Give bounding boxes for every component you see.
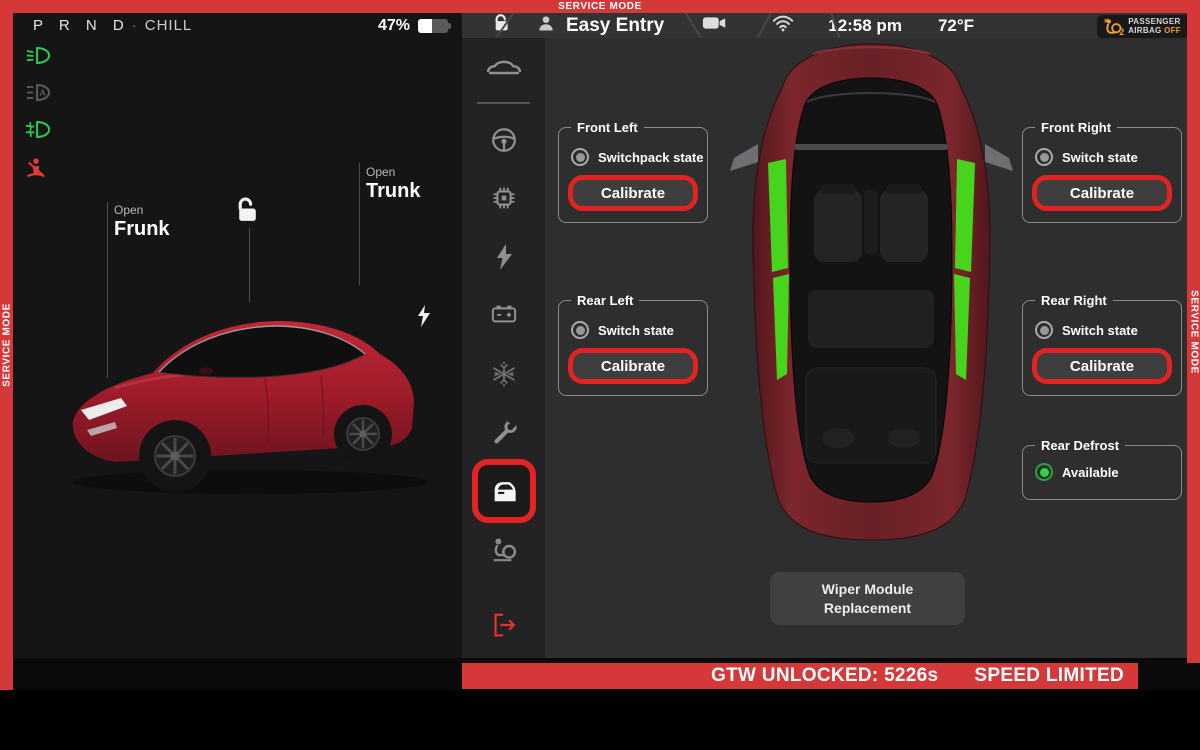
- calibrate-highlight-ring: Calibrate: [568, 175, 698, 211]
- panel-rear-left: Rear Left Switch state Calibrate: [558, 300, 708, 396]
- door-icon: [489, 477, 519, 505]
- airbag-count: 2: [1119, 27, 1124, 37]
- speed-limited-status: SPEED LIMITED: [974, 665, 1124, 687]
- battery-icon: [418, 19, 448, 33]
- trunk-callout-line: [359, 163, 360, 285]
- low-beam-indicator-icon: [25, 46, 51, 70]
- gtw-unlocked-status: GTW UNLOCKED: 5226s: [711, 665, 938, 687]
- panel-front-right: Front Right Switch state Calibrate: [1022, 127, 1182, 223]
- calibrate-rear-left-button[interactable]: Calibrate: [573, 353, 693, 379]
- panel-title: Rear Right: [1035, 293, 1113, 308]
- fog-light-indicator-icon: [25, 120, 51, 144]
- vehicle-image: [55, 270, 440, 500]
- open-frunk-control[interactable]: Open Frunk: [114, 203, 170, 241]
- switch-state-indicator: [1035, 148, 1053, 166]
- panel-title: Front Right: [1035, 120, 1117, 135]
- taskbar: ‹ 64 › ••• i ♫ 4 ‹ ›: [0, 690, 1200, 750]
- wiper-module-replacement-button[interactable]: Wiper Module Replacement: [770, 572, 965, 625]
- calibrate-rear-right-button[interactable]: Calibrate: [1037, 353, 1167, 379]
- sidebar-item-computer[interactable]: [489, 183, 519, 216]
- calibrate-front-right-button[interactable]: Calibrate: [1037, 180, 1167, 206]
- frunk-open-label: Open: [114, 203, 170, 217]
- passenger-airbag-badge: 2 PASSENGER AIRBAG OFF: [1097, 15, 1187, 38]
- sidebar-item-exit-service[interactable]: [489, 610, 519, 643]
- service-mode-left-label: SERVICE MODE: [1, 303, 12, 387]
- sidebar-item-tools[interactable]: [489, 417, 519, 450]
- service-mode-left-stripe: SERVICE MODE: [0, 0, 13, 690]
- switch-state-label: Switch state: [1062, 150, 1138, 165]
- switch-state-label: Switch state: [1062, 323, 1138, 338]
- sidebar-item-high-voltage[interactable]: [491, 242, 517, 275]
- clock: 12:58 pm: [828, 16, 902, 36]
- panel-rear-defrost: Rear Defrost Available: [1022, 445, 1182, 500]
- service-sidebar: [462, 38, 545, 658]
- trunk-label: Trunk: [366, 180, 420, 203]
- airbag-label-line2: AIRBAG: [1128, 26, 1161, 35]
- wiper-button-line1: Wiper Module: [822, 581, 914, 597]
- frunk-label: Frunk: [114, 218, 170, 241]
- available-indicator: [1035, 463, 1053, 481]
- outside-temperature[interactable]: 72°F: [938, 16, 974, 36]
- status-bar-left: P R N D · CHILL 47%: [13, 13, 462, 38]
- calibrate-front-left-button[interactable]: Calibrate: [573, 180, 693, 206]
- sidebar-item-doors-active[interactable]: [472, 459, 536, 523]
- switch-state-label: Switch state: [598, 323, 674, 338]
- service-mode-top-banner: SERVICE MODE: [0, 0, 1200, 13]
- panel-title: Rear Left: [571, 293, 639, 308]
- telltale-column: A: [25, 46, 51, 184]
- drive-mode-label: CHILL: [145, 17, 193, 34]
- wifi-icon[interactable]: [772, 15, 794, 37]
- sidebar-item-low-voltage-battery[interactable]: [489, 300, 519, 329]
- airbag-state: OFF: [1164, 26, 1181, 35]
- battery-percent: 47%: [378, 17, 410, 35]
- trunk-open-label: Open: [366, 165, 420, 179]
- auto-high-beam-indicator-icon: A: [25, 83, 51, 107]
- panel-front-left: Front Left Switchpack state Calibrate: [558, 127, 708, 223]
- wiper-button-line2: Replacement: [824, 600, 911, 616]
- profile-name[interactable]: Easy Entry: [566, 15, 664, 37]
- available-label: Available: [1062, 465, 1119, 480]
- calibrate-highlight-ring: Calibrate: [568, 348, 698, 384]
- calibrate-highlight-ring: Calibrate: [1032, 175, 1172, 211]
- panel-title: Rear Defrost: [1035, 438, 1125, 453]
- switchpack-state-indicator: [571, 148, 589, 166]
- separator-dot: ·: [132, 17, 137, 34]
- switch-state-indicator: [1035, 321, 1053, 339]
- vehicle-visualization-panel: A Open Frunk Open Trunk: [13, 38, 462, 658]
- service-footer-bar: GTW UNLOCKED: 5226s SPEED LIMITED: [462, 663, 1138, 689]
- svg-text:A: A: [40, 88, 46, 98]
- open-trunk-control[interactable]: Open Trunk: [366, 165, 420, 203]
- gear-selector: P R N D: [33, 17, 130, 34]
- profile-icon[interactable]: [536, 13, 556, 38]
- doors-service-content: Front Left Switchpack state Calibrate Re…: [545, 38, 1187, 658]
- status-bar-right: Easy Entry 12:58 pm 72°F 2 PASSENGER AIR…: [462, 13, 1187, 38]
- switch-state-indicator: [571, 321, 589, 339]
- service-mode-right-stripe: SERVICE MODE: [1187, 0, 1200, 663]
- service-mode-right-label: SERVICE MODE: [1188, 290, 1199, 374]
- sidebar-item-steering[interactable]: [489, 125, 519, 158]
- sidebar-item-hvac[interactable]: [489, 359, 519, 392]
- vehicle-topdown-image: [728, 38, 1015, 545]
- service-mode-screen: SERVICE MODE SERVICE MODE SERVICE MODE P…: [0, 0, 1200, 750]
- unlocked-vehicle-icon[interactable]: [234, 196, 261, 229]
- seatbelt-warning-icon: [25, 157, 51, 184]
- sidebar-divider: [477, 102, 530, 104]
- sidebar-item-vehicle[interactable]: [487, 54, 521, 81]
- panel-title: Front Left: [571, 120, 644, 135]
- map-road-line: [751, 13, 774, 38]
- panel-rear-right: Rear Right Switch state Calibrate: [1022, 300, 1182, 396]
- sidebar-item-airbag[interactable]: [489, 535, 519, 566]
- airbag-warning-icon: 2: [1103, 17, 1123, 36]
- calibrate-highlight-ring: Calibrate: [1032, 348, 1172, 384]
- dashcam-icon[interactable]: [702, 14, 728, 37]
- switchpack-state-label: Switchpack state: [598, 150, 704, 165]
